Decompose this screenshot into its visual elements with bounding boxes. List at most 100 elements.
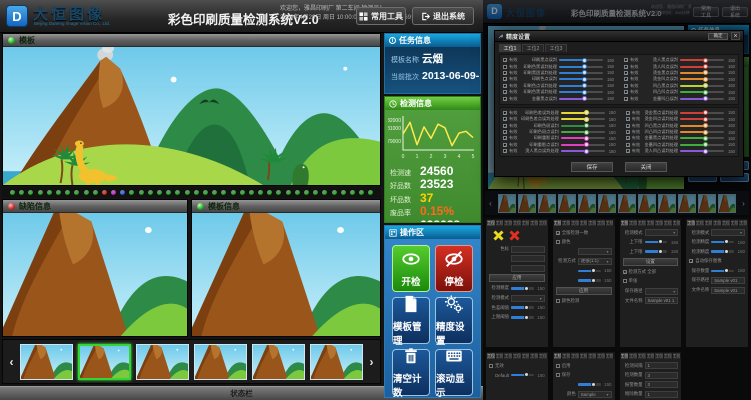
- save-button[interactable]: 保存: [571, 162, 613, 172]
- slider-thumb[interactable]: [524, 315, 529, 320]
- op-button-停检[interactable]: 停检: [435, 245, 473, 292]
- station-tab[interactable]: 工位3: [571, 353, 579, 359]
- checkbox[interactable]: ✓: [503, 143, 507, 147]
- threshold-slider[interactable]: [559, 72, 603, 74]
- station-tab[interactable]: 工位4: [647, 353, 655, 359]
- threshold-slider[interactable]: [680, 112, 724, 114]
- station-tab[interactable]: 工位6: [530, 353, 538, 359]
- slider-thumb[interactable]: [724, 268, 729, 273]
- station-tab[interactable]: 工位1: [487, 220, 495, 226]
- op-button-开检[interactable]: 开检: [392, 245, 430, 292]
- checkbox[interactable]: ✓: [503, 84, 507, 88]
- threshold-slider[interactable]: [680, 91, 724, 93]
- checkbox[interactable]: ✓: [503, 77, 507, 81]
- threshold-slider[interactable]: [561, 144, 605, 146]
- threshold-slider[interactable]: [559, 91, 603, 93]
- prev-arrow-button[interactable]: ‹: [5, 355, 18, 369]
- slider-thumb[interactable]: [584, 130, 589, 135]
- checkbox[interactable]: ✓: [624, 77, 628, 81]
- threshold-slider[interactable]: [680, 144, 724, 146]
- setting-slider[interactable]: [578, 270, 601, 273]
- setting-slider[interactable]: [578, 279, 601, 282]
- checkbox[interactable]: ✓: [624, 90, 628, 94]
- checkbox[interactable]: [556, 299, 560, 303]
- slider-thumb[interactable]: [582, 96, 587, 101]
- checkbox[interactable]: ✓: [503, 90, 507, 94]
- slider-thumb[interactable]: [703, 149, 708, 154]
- slider-thumb[interactable]: [703, 77, 708, 82]
- setting-dropdown[interactable]: ▾: [645, 288, 679, 295]
- threshold-slider[interactable]: [680, 66, 724, 68]
- slider-thumb[interactable]: [703, 117, 708, 122]
- station-tab[interactable]: 工位7: [539, 220, 547, 226]
- slider-thumb[interactable]: [591, 278, 596, 283]
- dialog-tab[interactable]: 工位2: [522, 44, 544, 52]
- slider-thumb[interactable]: [582, 90, 587, 95]
- station-tab[interactable]: 工位5: [522, 220, 530, 226]
- setting-slider[interactable]: [511, 287, 534, 290]
- dialog-tab[interactable]: 工位3: [545, 44, 567, 52]
- checkbox[interactable]: ✓: [503, 130, 507, 134]
- station-tab[interactable]: 工位4: [713, 220, 721, 226]
- station-tab[interactable]: 工位2: [562, 353, 570, 359]
- film-thumbnail[interactable]: [20, 344, 73, 380]
- threshold-slider[interactable]: [680, 150, 724, 152]
- checkbox[interactable]: [503, 65, 507, 69]
- station-tab[interactable]: 工位4: [580, 353, 588, 359]
- film-thumbnail[interactable]: [78, 344, 131, 380]
- slider-thumb[interactable]: [703, 70, 708, 75]
- checkbox[interactable]: ✓: [689, 259, 693, 263]
- threshold-slider[interactable]: [561, 131, 605, 133]
- checkbox[interactable]: [556, 373, 560, 377]
- setting-dropdown[interactable]: Sample▾: [578, 391, 612, 398]
- station-tab[interactable]: 工位6: [731, 220, 739, 226]
- station-tab[interactable]: 工位3: [504, 220, 512, 226]
- setting-slider[interactable]: [645, 250, 668, 253]
- checkbox[interactable]: ✓: [503, 97, 507, 101]
- dialog-close-button[interactable]: ×: [731, 32, 740, 40]
- slider-thumb[interactable]: [703, 58, 708, 63]
- dialog-ok-button[interactable]: 确定: [708, 33, 728, 40]
- checkbox[interactable]: [489, 364, 493, 368]
- setting-input[interactable]: [511, 246, 545, 253]
- checkbox[interactable]: ✓: [503, 136, 507, 140]
- setting-slider[interactable]: [645, 241, 668, 244]
- station-tab[interactable]: 工位1: [487, 353, 495, 359]
- station-tab[interactable]: 工位4: [647, 220, 655, 226]
- slider-thumb[interactable]: [591, 268, 596, 273]
- setting-input[interactable]: 3: [645, 372, 679, 379]
- slider-thumb[interactable]: [703, 136, 708, 141]
- station-tab[interactable]: 工位6: [664, 353, 672, 359]
- checkbox[interactable]: ✓: [503, 149, 507, 153]
- exit-system-button[interactable]: 退出系统: [412, 7, 474, 25]
- setting-dropdown[interactable]: 逐张(1:1)▾: [578, 258, 612, 265]
- checkbox[interactable]: ✓: [624, 65, 628, 69]
- checkbox[interactable]: ✓: [626, 124, 630, 128]
- film-thumbnail[interactable]: [194, 344, 247, 380]
- station-tab[interactable]: 工位2: [562, 220, 570, 226]
- setting-input[interactable]: Sample v01: [711, 287, 745, 294]
- threshold-slider[interactable]: [680, 131, 724, 133]
- station-tab[interactable]: 工位1: [621, 353, 629, 359]
- threshold-slider[interactable]: [561, 125, 605, 127]
- setting-slider[interactable]: [711, 270, 734, 273]
- station-tab[interactable]: 工位7: [539, 353, 547, 359]
- next-arrow-button[interactable]: ›: [365, 355, 378, 369]
- setting-input[interactable]: Sample v01 1: [645, 297, 679, 304]
- op-button-精度设置[interactable]: 精度设置: [435, 297, 473, 344]
- station-tab[interactable]: 工位6: [664, 220, 672, 226]
- station-tab[interactable]: 工位5: [722, 220, 730, 226]
- close-button[interactable]: 关闭: [625, 162, 667, 172]
- film-thumbnail[interactable]: [136, 344, 189, 380]
- station-tab[interactable]: 工位2: [629, 220, 637, 226]
- checkbox[interactable]: ✓: [503, 71, 507, 75]
- setting-slider[interactable]: [578, 383, 601, 386]
- station-tab[interactable]: 工位7: [606, 353, 614, 359]
- slider-thumb[interactable]: [658, 249, 663, 254]
- threshold-slider[interactable]: [680, 78, 724, 80]
- slider-thumb[interactable]: [582, 58, 587, 63]
- threshold-slider[interactable]: [680, 72, 724, 74]
- station-tab[interactable]: 工位1: [554, 220, 562, 226]
- slider-thumb[interactable]: [582, 70, 587, 75]
- slider-thumb[interactable]: [703, 83, 708, 88]
